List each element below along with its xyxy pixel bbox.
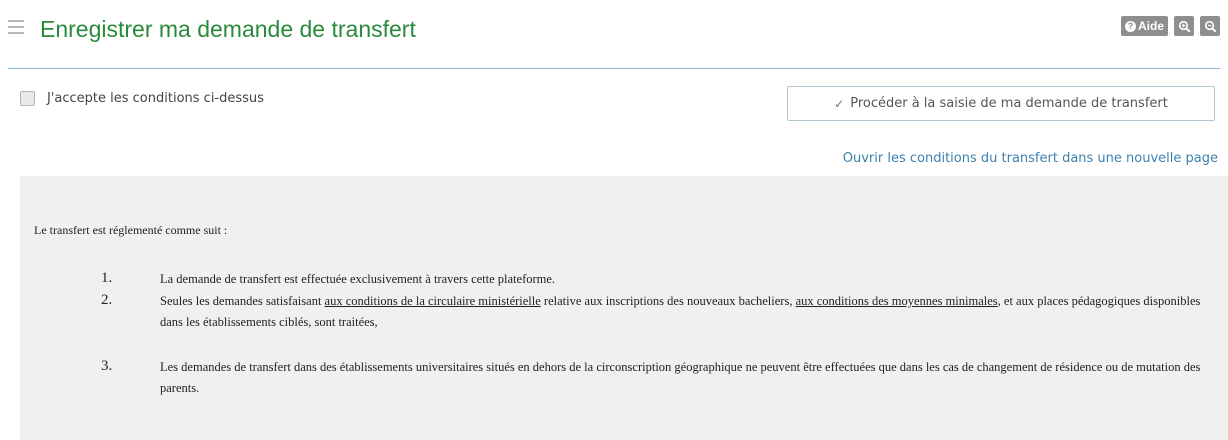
zoom-out-icon: [1204, 20, 1217, 33]
page-header: Enregistrer ma demande de transfert ? Ai…: [0, 0, 1228, 68]
open-conditions-link[interactable]: Ouvrir les conditions du transfert dans …: [843, 151, 1218, 166]
menu-icon[interactable]: [8, 20, 24, 34]
moyennes-link[interactable]: aux conditions des moyennes minimales: [796, 294, 998, 308]
zoom-out-button[interactable]: [1200, 16, 1220, 36]
toolbar: ? Aide: [1120, 16, 1220, 36]
condition-text: Les demandes de transfert dans des établ…: [160, 360, 1201, 395]
condition-text: La demande de transfert est effectuée ex…: [160, 272, 556, 286]
header-divider: [8, 68, 1220, 69]
condition-text-part: Seules les demandes satisfaisant: [160, 294, 325, 308]
zoom-in-button[interactable]: [1174, 16, 1194, 36]
conditions-intro: Le transfert est réglementé comme suit :: [34, 223, 228, 237]
condition-text: Seules les demandes satisfaisant aux con…: [160, 291, 1224, 333]
condition-number: 1.: [101, 270, 113, 286]
conditions-panel: Le transfert est réglementé comme suit :…: [20, 176, 1228, 440]
accept-conditions: J'accepte les conditions ci-dessus: [20, 91, 264, 106]
zoom-in-icon: [1178, 20, 1191, 33]
condition-number: 3.: [101, 358, 113, 374]
proceed-label: Procéder à la saisie de ma demande de tr…: [850, 96, 1168, 111]
condition-number: 2.: [101, 292, 113, 308]
accept-checkbox[interactable]: [20, 91, 35, 106]
help-button[interactable]: ? Aide: [1120, 16, 1168, 36]
condition-text-part: relative aux inscriptions des nouveaux b…: [540, 294, 796, 308]
accept-label[interactable]: J'accepte les conditions ci-dessus: [47, 91, 264, 106]
help-icon: ?: [1124, 20, 1136, 32]
proceed-button[interactable]: ✓ Procéder à la saisie de ma demande de …: [787, 86, 1215, 121]
page-title: Enregistrer ma demande de transfert: [40, 16, 416, 42]
check-icon: ✓: [834, 96, 845, 111]
circulaire-link[interactable]: aux conditions de la circulaire ministér…: [325, 294, 541, 308]
help-label: Aide: [1137, 19, 1164, 33]
